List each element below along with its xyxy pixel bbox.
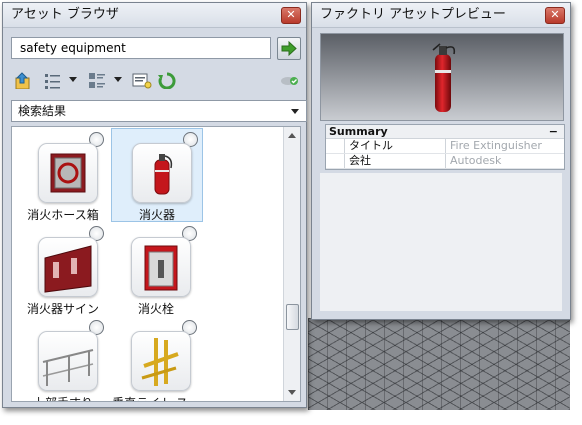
cloud-sync-icon[interactable] xyxy=(279,71,301,89)
collapse-icon[interactable]: − xyxy=(549,125,558,138)
window-title: ファクトリ アセットプレビュー xyxy=(320,7,506,22)
asset-grid: 消火ホース箱 消火器 消火器サイン 消火栓 xyxy=(11,126,301,402)
summary-table: Summary − タイトル Fire Extinguisher 会社 Auto… xyxy=(325,124,565,170)
filter-selected-value: 検索結果 xyxy=(18,104,67,118)
asset-tile-selected[interactable]: 消火器 xyxy=(111,128,203,222)
tile-label: 上部手すり xyxy=(18,394,108,401)
fire-extinguisher-icon xyxy=(154,154,173,195)
asset-tile[interactable]: 消火器サイン xyxy=(18,223,108,316)
tile-label: 消火器 xyxy=(138,208,175,222)
fire-hose-cabinet-icon xyxy=(50,153,86,193)
summary-header[interactable]: Summary − xyxy=(326,125,564,139)
close-icon[interactable]: ✕ xyxy=(545,7,565,24)
search-row xyxy=(11,37,301,61)
property-row: タイトル Fire Extinguisher xyxy=(326,139,564,154)
fire-extinguisher-icon xyxy=(432,43,456,112)
property-row: 会社 Autodesk xyxy=(326,154,564,169)
thumbnail xyxy=(38,331,98,391)
extinguisher-sign-icon xyxy=(44,245,92,293)
window-title: アセット ブラウザ xyxy=(11,7,119,22)
property-key: タイトル xyxy=(344,139,446,153)
asset-tile[interactable]: 消火ホース箱 xyxy=(18,129,108,222)
asset-tile[interactable]: 消火栓 xyxy=(111,223,201,316)
import-icon[interactable] xyxy=(13,71,33,89)
browser-toolbar xyxy=(13,69,301,93)
property-value: Autodesk xyxy=(450,154,502,167)
close-icon[interactable]: ✕ xyxy=(281,7,301,24)
preview-empty-area xyxy=(320,173,562,311)
fire-hydrant-cabinet-icon xyxy=(144,245,178,291)
thumbnail xyxy=(132,143,192,203)
asset-browser-window: アセット ブラウザ ✕ safety equipment 検索結果 消火ホース箱… xyxy=(2,2,307,408)
property-value: Fire Extinguisher xyxy=(450,139,542,152)
properties-icon[interactable] xyxy=(131,71,153,89)
preview-titlebar[interactable]: ファクトリ アセットプレビュー ✕ xyxy=(312,3,570,28)
refresh-icon[interactable] xyxy=(157,71,177,89)
grid-scrollbar[interactable] xyxy=(283,127,300,401)
chevron-down-icon xyxy=(291,109,299,114)
factory-floor-grid xyxy=(308,318,570,410)
search-go-button[interactable] xyxy=(277,37,301,60)
search-input[interactable] xyxy=(11,37,271,59)
chevron-down-icon[interactable] xyxy=(114,77,122,82)
thumbnail xyxy=(131,331,191,391)
asset-browser-titlebar[interactable]: アセット ブラウザ ✕ xyxy=(3,3,306,28)
tile-label: 消火ホース箱 xyxy=(27,208,99,222)
arrow-right-icon xyxy=(281,40,297,57)
thumbnail xyxy=(131,237,191,297)
scroll-up-icon[interactable] xyxy=(288,133,296,138)
vertical-light-stand-icon xyxy=(141,338,179,386)
asset-tile[interactable]: 上部手すり xyxy=(18,317,108,401)
tile-label: 垂直ライト ス… xyxy=(111,394,201,401)
scroll-thumb[interactable] xyxy=(286,304,299,330)
summary-heading: Summary xyxy=(329,125,388,138)
chevron-down-icon[interactable] xyxy=(69,77,77,82)
asset-preview-window: ファクトリ アセットプレビュー ✕ Summary − タイトル Fire Ex… xyxy=(311,2,571,320)
asset-tile[interactable]: 垂直ライト ス… xyxy=(111,317,201,401)
filter-select[interactable]: 検索結果 xyxy=(11,100,307,122)
scroll-down-icon[interactable] xyxy=(288,390,296,395)
top-railing-icon xyxy=(42,349,94,386)
tile-label: 消火栓 xyxy=(137,302,174,316)
thumbnail xyxy=(38,237,98,297)
list-view-icon[interactable] xyxy=(43,71,63,89)
property-key: 会社 xyxy=(344,154,446,168)
tile-label: 消火器サイン xyxy=(26,302,99,316)
asset-preview-image xyxy=(320,33,564,121)
thumbnail-view-icon[interactable] xyxy=(87,71,109,89)
thumbnail xyxy=(38,143,98,203)
